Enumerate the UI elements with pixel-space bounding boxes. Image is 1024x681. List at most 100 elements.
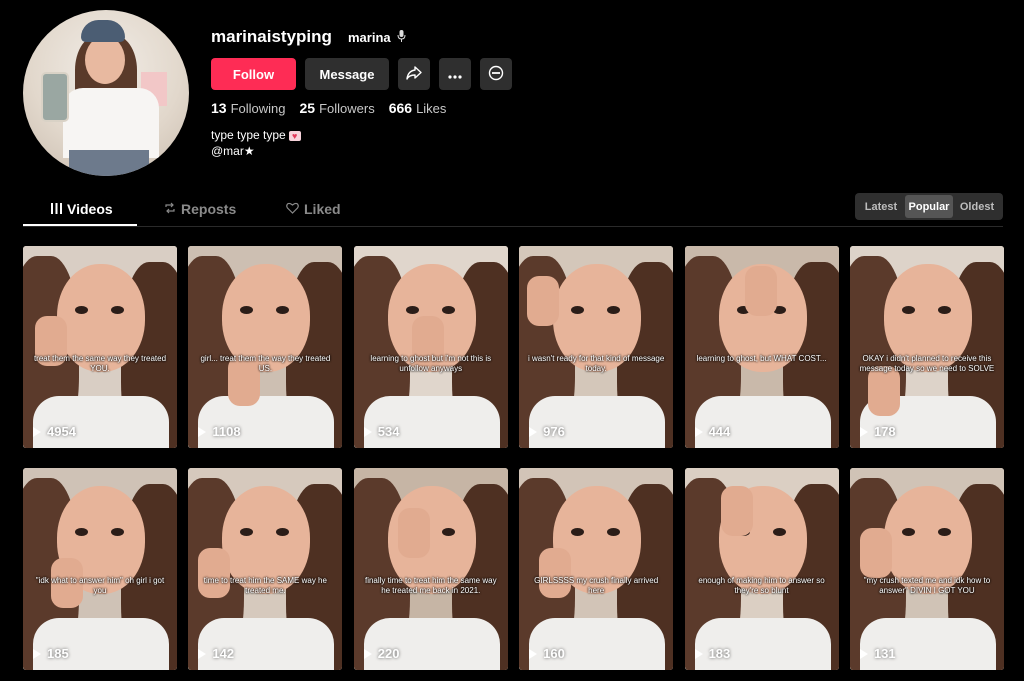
bio-line: type type type — [211, 128, 286, 142]
play-icon — [33, 648, 41, 659]
avatar-shirt — [63, 88, 159, 158]
block-icon — [488, 65, 504, 84]
video-views: 178 — [859, 424, 896, 439]
repost-icon — [164, 201, 176, 217]
video-views: 4954 — [33, 424, 76, 439]
thumb-shirt — [198, 396, 335, 448]
play-icon — [859, 426, 868, 437]
thumb-shirt — [529, 396, 666, 448]
view-count: 4954 — [47, 424, 76, 439]
view-count: 1108 — [212, 424, 241, 439]
video-card[interactable]: enough of making him to answer so they'r… — [684, 468, 839, 670]
stat-label: Followers — [319, 101, 375, 116]
video-caption: OKAY i didn't planned to receive this me… — [859, 354, 995, 373]
video-card[interactable]: finally time to treat him the same way h… — [353, 468, 508, 670]
view-count: 220 — [377, 646, 400, 661]
video-views: 185 — [33, 646, 69, 661]
play-icon — [33, 426, 41, 437]
stat-label: Following — [230, 101, 286, 116]
video-card[interactable]: "my crush texted me and idk how to answe… — [849, 468, 1004, 670]
video-views: 1108 — [198, 424, 241, 439]
video-card[interactable]: learning to ghost, but WHAT COST... 444 — [684, 246, 839, 448]
microphone-icon — [397, 30, 406, 45]
tab-videos[interactable]: Videos — [51, 201, 113, 217]
video-card[interactable]: i wasn't ready for that kind of message … — [519, 246, 674, 448]
thumb-eye — [901, 306, 915, 314]
stat-num: 25 — [299, 100, 316, 116]
avatar-cap — [81, 20, 125, 42]
stat-followers[interactable]: 25 Followers — [300, 100, 375, 116]
thumb-eye — [937, 528, 951, 536]
thumb-hand — [397, 508, 430, 558]
tab-label: Reposts — [181, 201, 237, 217]
view-count: 183 — [708, 646, 731, 661]
thumb-eye — [772, 528, 786, 536]
video-caption: girl... treat them the way they treated … — [200, 354, 331, 373]
sort-latest[interactable]: Latest — [857, 195, 905, 218]
sort-popular[interactable]: Popular — [905, 195, 953, 218]
thumb-shirt — [33, 396, 169, 448]
video-card[interactable]: GIRLSSSS my crush finally arrived here 16… — [519, 468, 674, 670]
play-icon — [529, 426, 538, 437]
share-button[interactable] — [398, 58, 430, 90]
thumb-shirt — [198, 618, 335, 670]
message-button[interactable]: Message — [305, 58, 389, 90]
video-views: 131 — [859, 646, 896, 661]
follow-button[interactable]: Follow — [211, 58, 296, 90]
video-card[interactable]: treat them the same way they treated YOU… — [23, 246, 177, 448]
tab-reposts[interactable]: Reposts — [164, 201, 236, 217]
video-caption: time to treat him the SAME way he treate… — [203, 576, 327, 595]
thumb-shirt — [363, 618, 500, 670]
view-count: 534 — [377, 424, 400, 439]
profile-avatar[interactable] — [23, 10, 189, 176]
view-count: 131 — [873, 646, 896, 661]
heart-outline-icon — [286, 201, 299, 217]
play-icon — [363, 426, 372, 437]
thumb-hand — [859, 528, 892, 578]
video-caption: GIRLSSSS my crush finally arrived here — [534, 576, 659, 595]
thumb-shirt — [363, 396, 500, 448]
video-views: 444 — [694, 424, 731, 439]
video-caption: enough of making him to answer so they'r… — [698, 576, 825, 595]
video-views: 142 — [198, 646, 234, 661]
video-card[interactable]: time to treat him the SAME way he treate… — [188, 468, 343, 670]
heart-letter-icon: ♥ — [288, 131, 301, 141]
play-icon — [859, 648, 868, 659]
more-options-button[interactable] — [439, 58, 471, 90]
thumb-eye — [441, 528, 455, 536]
play-icon — [694, 648, 703, 659]
avatar-face — [85, 36, 125, 84]
thumb-eye — [75, 306, 88, 314]
block-button[interactable] — [480, 58, 512, 90]
thumb-shirt — [33, 618, 169, 670]
video-caption: "idk what to answer him" oh girl i got y… — [35, 576, 165, 595]
video-card[interactable]: learning to ghost but i'm not this is un… — [353, 246, 508, 448]
stat-likes: 666 Likes — [389, 100, 447, 116]
thumb-shirt — [694, 618, 831, 670]
stat-num: 13 — [211, 100, 227, 116]
video-caption: learning to ghost but i'm not this is un… — [370, 354, 492, 373]
video-card[interactable]: girl... treat them the way they treated … — [188, 246, 343, 448]
thumb-hand — [720, 486, 753, 536]
profile-username: marinaistyping — [211, 27, 332, 46]
video-views: 976 — [529, 424, 565, 439]
thumb-eye — [441, 306, 455, 314]
view-count: 142 — [212, 646, 235, 661]
thumb-eye — [75, 528, 88, 536]
video-views: 183 — [694, 646, 731, 661]
sort-control: Latest Popular Oldest — [855, 193, 1003, 220]
thumb-eye — [901, 528, 915, 536]
share-icon — [406, 65, 422, 83]
sort-oldest[interactable]: Oldest — [953, 195, 1001, 218]
video-views: 160 — [529, 646, 565, 661]
more-dots-icon — [448, 67, 462, 82]
thumb-hand — [744, 266, 777, 316]
video-card[interactable]: "idk what to answer him" oh girl i got y… — [23, 468, 177, 670]
stat-following[interactable]: 13 Following — [211, 100, 286, 116]
thumb-eye — [937, 306, 951, 314]
video-card[interactable]: OKAY i didn't planned to receive this me… — [849, 246, 1004, 448]
tab-liked[interactable]: Liked — [286, 201, 341, 217]
view-count: 444 — [708, 424, 731, 439]
play-icon — [529, 648, 538, 659]
video-caption: treat them the same way they treated YOU… — [33, 354, 167, 373]
